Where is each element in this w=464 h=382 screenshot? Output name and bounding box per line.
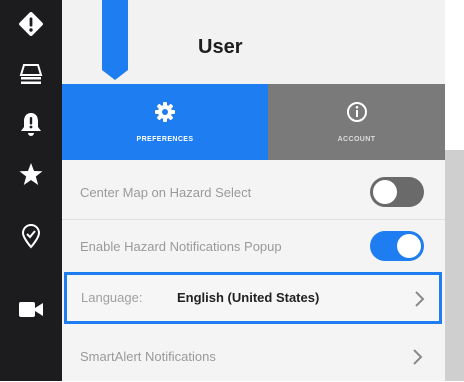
background-map-edge [445,0,464,381]
layers-icon [17,60,45,88]
language-label: Language: [81,290,143,305]
rail-item-alerts[interactable] [0,100,62,148]
notifications-popup-toggle[interactable] [370,231,424,261]
user-settings-panel: User PREFERENCES ACCOUNT Center Map on H… [62,0,445,381]
bookmark-icon [102,0,128,87]
star-icon [17,160,45,188]
chevron-right-icon [412,348,424,371]
rail-item-location[interactable] [0,212,62,260]
tab-preferences-label: PREFERENCES [136,136,194,143]
hazard-diamond-icon [17,10,45,38]
toggle-knob [373,180,397,204]
map-area [445,150,464,381]
center-map-toggle[interactable] [370,177,424,207]
video-camera-icon [16,297,46,323]
gear-icon [154,101,176,128]
location-pin-icon [17,222,45,250]
bell-alert-icon [17,110,45,138]
tab-account-label: ACCOUNT [337,136,376,143]
panel-header: User [62,0,445,84]
language-value: English (United States) [177,290,320,305]
center-map-label: Center Map on Hazard Select [80,184,252,200]
language-row[interactable]: Language: English (United States) [64,272,442,324]
rail-item-hazards[interactable] [0,0,62,48]
tab-account[interactable]: ACCOUNT [268,84,445,160]
rail-item-video[interactable] [0,286,62,334]
left-nav-rail [0,0,62,381]
rail-item-layers[interactable] [0,50,62,98]
toggle-knob [397,234,421,258]
info-icon [346,101,368,128]
setting-row-center-map: Center Map on Hazard Select [62,166,445,218]
notifications-popup-label: Enable Hazard Notifications Popup [80,238,282,254]
rail-item-favorites[interactable] [0,150,62,198]
chevron-right-icon [414,290,426,313]
setting-row-smartalert[interactable]: SmartAlert Notifications [62,330,445,382]
setting-row-notifications-popup: Enable Hazard Notifications Popup [62,220,445,272]
tab-preferences[interactable]: PREFERENCES [62,84,268,160]
page-title: User [198,36,243,58]
smartalert-label: SmartAlert Notifications [80,348,216,364]
